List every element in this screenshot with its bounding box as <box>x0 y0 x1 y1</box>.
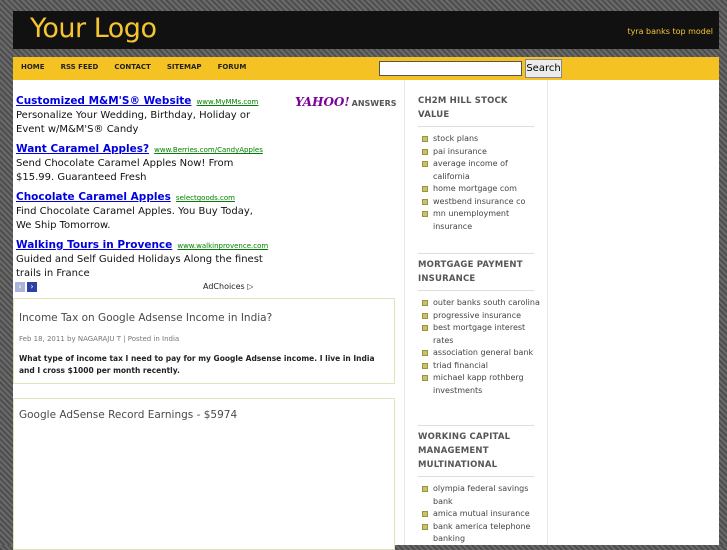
ad-item: Want Caramel Apples? www.Berries.com/Can… <box>16 140 266 184</box>
list-item[interactable]: westbend insurance co <box>405 196 547 209</box>
list-item[interactable]: stock plans <box>405 133 547 146</box>
bullet-icon <box>422 325 428 331</box>
post-card: Google AdSense Record Earnings - $5974 <box>13 398 395 550</box>
page-content: Customized M&M'S® Website www.MyMMs.com … <box>13 80 719 550</box>
post-excerpt: What type of income tax I need to pay fo… <box>19 354 375 375</box>
main-nav: HOME RSS FEED CONTACT SITEMAP FORUM <box>13 57 254 80</box>
site-header: Your Logo tyra banks top model <box>13 11 719 49</box>
bullet-icon <box>422 523 428 530</box>
post-card: Income Tax on Google Adsense Income in I… <box>13 298 395 384</box>
search-input[interactable] <box>379 61 522 76</box>
sidebar: CH2M HILL STOCK VALUE stock plans pai in… <box>404 80 548 545</box>
post-title-link[interactable]: Google AdSense Record Earnings - $5974 <box>19 409 237 421</box>
list-item[interactable]: outer banks south carolina <box>405 297 547 310</box>
bullet-icon <box>422 211 428 217</box>
bullet-icon <box>422 198 428 205</box>
ad-block: Customized M&M'S® Website www.MyMMs.com … <box>16 92 268 284</box>
widget-title: MORTGAGE PAYMENT INSURANCE <box>418 258 534 291</box>
bullet-icon <box>422 300 428 306</box>
chevron-left-icon[interactable]: ‹ <box>15 282 25 292</box>
ad-item: Customized M&M'S® Website www.MyMMs.com … <box>16 92 266 136</box>
ad-description: Personalize Your Wedding, Birthday, Holi… <box>16 110 251 135</box>
list-item[interactable]: triad financial <box>405 360 547 373</box>
list-item[interactable]: mn unemployment insurance <box>405 208 547 233</box>
nav-rss-feed[interactable]: RSS FEED <box>53 57 107 80</box>
nav-home[interactable]: HOME <box>13 57 53 80</box>
ad-item: Chocolate Caramel Apples selectgoods.com… <box>16 188 266 232</box>
bullet-icon <box>422 362 428 369</box>
nav-bar: HOME RSS FEED CONTACT SITEMAP FORUM Sear… <box>13 57 719 80</box>
ad-title-link[interactable]: Walking Tours in Provence <box>16 239 172 251</box>
yahoo-logo: YAHOO! <box>295 95 350 109</box>
ad-description: Find Chocolate Caramel Apples. You Buy T… <box>16 206 253 231</box>
site-logo[interactable]: Your Logo <box>30 13 157 44</box>
yahoo-answers-label: ANSWERS <box>351 99 397 108</box>
list-item[interactable]: pai insurance <box>405 146 547 159</box>
ad-title-link[interactable]: Chocolate Caramel Apples <box>16 191 171 203</box>
ad-url-link[interactable]: www.walkinprovence.com <box>177 242 268 250</box>
bullet-icon <box>422 161 428 167</box>
bullet-icon <box>422 136 428 142</box>
post-meta: Feb 18, 2011 by NAGARAJU T | Posted in I… <box>19 335 180 343</box>
widget-title: CH2M HILL STOCK VALUE <box>418 94 534 127</box>
adchoices-link[interactable]: AdChoices ▷ <box>203 282 253 291</box>
site-tagline: tyra banks top model <box>627 27 713 36</box>
yahoo-answers-branding[interactable]: YAHOO! ANSWERS <box>295 91 396 110</box>
bullet-icon <box>422 350 428 356</box>
ad-item: Walking Tours in Provence www.walkinprov… <box>16 236 268 280</box>
chevron-right-icon[interactable]: › <box>27 282 37 292</box>
bullet-icon <box>422 486 428 492</box>
bullet-icon <box>422 148 428 155</box>
sidebar-widget: WORKING CAPITAL MANAGEMENT MULTINATIONAL… <box>405 425 547 546</box>
post-title-link[interactable]: Income Tax on Google Adsense Income in I… <box>19 312 272 324</box>
list-item[interactable]: olympia federal savings bank <box>405 483 547 508</box>
sidebar-widget: MORTGAGE PAYMENT INSURANCE outer banks s… <box>405 253 547 397</box>
bullet-icon <box>422 186 428 192</box>
ad-navigation: ‹ › <box>15 282 37 292</box>
list-item[interactable]: amica mutual insurance <box>405 508 547 521</box>
bullet-icon <box>422 312 428 319</box>
bullet-icon <box>422 375 428 381</box>
ad-url-link[interactable]: selectgoods.com <box>176 194 235 202</box>
nav-forum[interactable]: FORUM <box>210 57 255 80</box>
sidebar-widget: CH2M HILL STOCK VALUE stock plans pai in… <box>405 94 547 233</box>
bullet-icon <box>422 511 428 517</box>
nav-sitemap[interactable]: SITEMAP <box>159 57 210 80</box>
nav-contact[interactable]: CONTACT <box>106 57 159 80</box>
search-button[interactable]: Search <box>525 59 562 78</box>
ad-title-link[interactable]: Want Caramel Apples? <box>16 143 149 155</box>
list-item[interactable]: progressive insurance <box>405 310 547 323</box>
widget-title: WORKING CAPITAL MANAGEMENT MULTINATIONAL <box>418 430 534 477</box>
ad-url-link[interactable]: www.MyMMs.com <box>197 98 259 106</box>
ad-description: Guided and Self Guided Holidays Along th… <box>16 254 263 279</box>
list-item[interactable]: bank america telephone banking <box>405 521 547 546</box>
ad-title-link[interactable]: Customized M&M'S® Website <box>16 95 191 107</box>
list-item[interactable]: home mortgage com <box>405 183 547 196</box>
ad-url-link[interactable]: www.Berries.com/CandyApples <box>154 146 263 154</box>
list-item[interactable]: best mortgage interest rates <box>405 322 547 347</box>
list-item[interactable]: average income of california <box>405 158 547 183</box>
list-item[interactable]: michael kapp rothberg investments <box>405 372 547 397</box>
list-item[interactable]: association general bank <box>405 347 547 360</box>
ad-description: Send Chocolate Caramel Apples Now! From … <box>16 158 234 183</box>
